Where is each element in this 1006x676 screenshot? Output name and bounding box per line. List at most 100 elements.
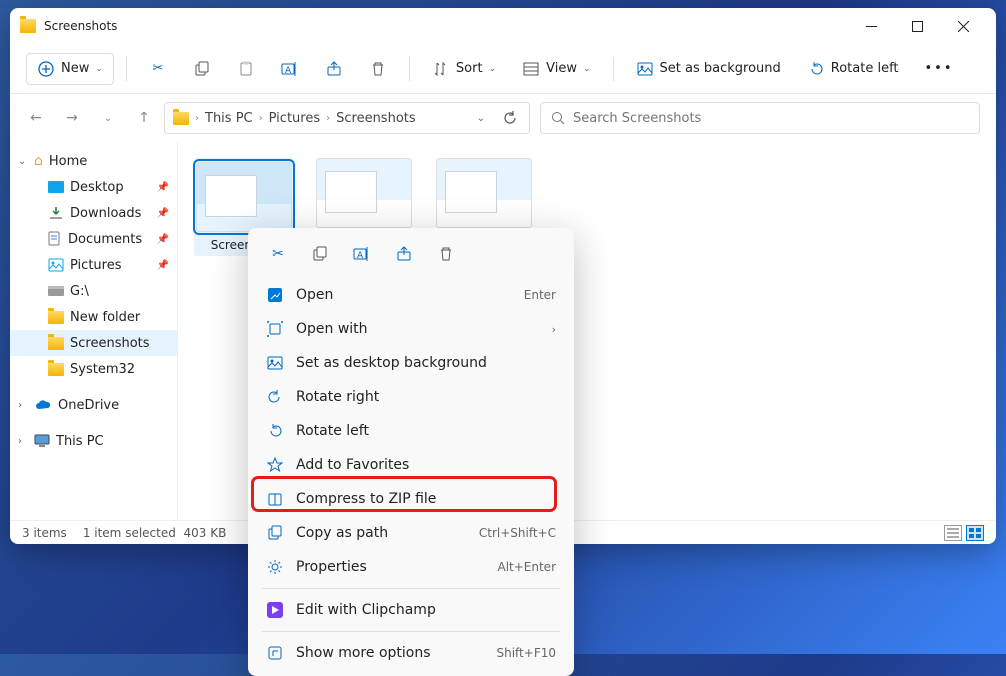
address-bar[interactable]: › This PC › Pictures › Screenshots ⌄ <box>164 102 530 134</box>
ellipsis-icon: ••• <box>925 61 954 76</box>
ctx-rotate-left-label: Rotate left <box>296 423 369 439</box>
maximize-button[interactable] <box>894 10 940 42</box>
forward-button[interactable]: → <box>62 108 82 128</box>
ctx-open-label: Open <box>296 287 333 303</box>
sidebar-onedrive[interactable]: › OneDrive <box>10 392 177 418</box>
sidebar-home[interactable]: ⌄ ⌂ Home <box>10 148 177 174</box>
sidebar-item-new-folder[interactable]: New folder <box>10 304 177 330</box>
search-box[interactable] <box>540 102 980 134</box>
more-button[interactable]: ••• <box>915 55 964 82</box>
rotate-left-button[interactable]: Rotate left <box>797 54 909 84</box>
ctx-compress-zip[interactable]: Compress to ZIP file <box>254 482 568 516</box>
ctx-add-favorites[interactable]: Add to Favorites <box>254 448 568 482</box>
file-thumbnail[interactable] <box>434 158 534 228</box>
folder-icon <box>173 112 189 125</box>
new-button[interactable]: New ⌄ <box>26 53 114 85</box>
recent-button[interactable]: ⌄ <box>98 108 118 128</box>
svg-text:A: A <box>357 251 364 261</box>
thumbnail-image <box>196 162 292 232</box>
rename-icon: A <box>281 60 299 78</box>
ctx-clipchamp[interactable]: Edit with Clipchamp <box>254 593 568 627</box>
breadcrumb-thispc[interactable]: This PC <box>205 111 253 126</box>
plus-circle-icon <box>37 60 55 78</box>
pin-icon: 📌 <box>157 208 169 219</box>
desktop-icon <box>48 181 64 193</box>
details-view-button[interactable] <box>944 525 962 541</box>
close-button[interactable] <box>940 10 986 42</box>
cut-button[interactable]: ✂ <box>139 54 177 84</box>
copy-button[interactable] <box>183 54 221 84</box>
rename-button[interactable]: A <box>271 54 309 84</box>
breadcrumb-screenshots[interactable]: Screenshots <box>336 111 416 126</box>
clipchamp-icon <box>266 601 284 619</box>
star-icon <box>266 456 284 474</box>
context-menu-toolbar: ✂ A <box>254 234 568 278</box>
back-button[interactable]: ← <box>26 108 46 128</box>
delete-button[interactable] <box>359 54 397 84</box>
sidebar-item-label: System32 <box>70 362 135 377</box>
share-icon <box>396 246 412 262</box>
separator <box>409 57 410 81</box>
refresh-button[interactable] <box>499 111 521 125</box>
show-more-icon <box>266 644 284 662</box>
search-icon <box>551 111 565 125</box>
up-button[interactable]: ↑ <box>134 108 154 128</box>
view-button[interactable]: View ⌄ <box>512 54 600 84</box>
expand-icon[interactable]: › <box>18 436 28 447</box>
ctx-properties-shortcut: Alt+Enter <box>497 560 556 574</box>
sidebar-item-pictures[interactable]: Pictures 📌 <box>10 252 177 278</box>
ctx-copy-button[interactable] <box>302 238 338 270</box>
sort-label: Sort <box>456 61 483 76</box>
pin-icon: 📌 <box>157 182 169 193</box>
ctx-rename-button[interactable]: A <box>344 238 380 270</box>
thumbnail-image <box>436 158 532 228</box>
breadcrumb-pictures[interactable]: Pictures <box>269 111 320 126</box>
open-icon <box>266 286 284 304</box>
ctx-show-more[interactable]: Show more options Shift+F10 <box>254 636 568 670</box>
new-label: New <box>61 61 89 76</box>
ctx-rotate-right[interactable]: Rotate right <box>254 380 568 414</box>
minimize-button[interactable] <box>848 10 894 42</box>
ctx-open[interactable]: Open Enter <box>254 278 568 312</box>
ctx-open-with-label: Open with <box>296 321 368 337</box>
context-menu: ✂ A Open Enter Open with › Set as deskto… <box>248 228 574 676</box>
ctx-set-desktop-bg[interactable]: Set as desktop background <box>254 346 568 380</box>
ctx-properties[interactable]: Properties Alt+Enter <box>254 550 568 584</box>
sidebar-item-screenshots[interactable]: Screenshots <box>10 330 177 356</box>
sidebar-item-documents[interactable]: Documents 📌 <box>10 226 177 252</box>
sidebar-item-downloads[interactable]: Downloads 📌 <box>10 200 177 226</box>
sort-button[interactable]: Sort ⌄ <box>422 54 506 84</box>
share-button[interactable] <box>315 54 353 84</box>
ctx-rotate-left[interactable]: Rotate left <box>254 414 568 448</box>
chevron-down-icon[interactable]: ⌄ <box>477 113 493 124</box>
ctx-open-with[interactable]: Open with › <box>254 312 568 346</box>
file-thumbnail[interactable] <box>314 158 414 228</box>
sidebar-item-system32[interactable]: System32 <box>10 356 177 382</box>
ctx-open-shortcut: Enter <box>524 288 556 302</box>
picture-icon <box>636 60 654 78</box>
ctx-delete-button[interactable] <box>428 238 464 270</box>
clipboard-icon <box>237 60 255 78</box>
view-label: View <box>546 61 577 76</box>
expand-icon[interactable]: › <box>18 400 28 411</box>
chevron-right-icon: › <box>195 113 199 124</box>
ctx-share-button[interactable] <box>386 238 422 270</box>
rotate-left-icon <box>266 422 284 440</box>
window-controls <box>848 10 986 42</box>
rotate-left-icon <box>807 60 825 78</box>
ctx-copy-path[interactable]: Copy as path Ctrl+Shift+C <box>254 516 568 550</box>
chevron-right-icon: › <box>259 113 263 124</box>
copy-icon <box>193 60 211 78</box>
paste-button[interactable] <box>227 54 265 84</box>
search-input[interactable] <box>573 111 969 126</box>
sidebar-thispc[interactable]: › This PC <box>10 428 177 454</box>
sidebar-item-desktop[interactable]: Desktop 📌 <box>10 174 177 200</box>
set-background-button[interactable]: Set as background <box>626 54 791 84</box>
copy-path-icon <box>266 524 284 542</box>
ctx-copy-path-label: Copy as path <box>296 525 388 541</box>
ctx-cut-button[interactable]: ✂ <box>260 238 296 270</box>
copy-icon <box>312 246 328 262</box>
thumbnails-view-button[interactable] <box>966 525 984 541</box>
sidebar-item-drive-g[interactable]: G:\ <box>10 278 177 304</box>
collapse-icon[interactable]: ⌄ <box>18 156 28 167</box>
